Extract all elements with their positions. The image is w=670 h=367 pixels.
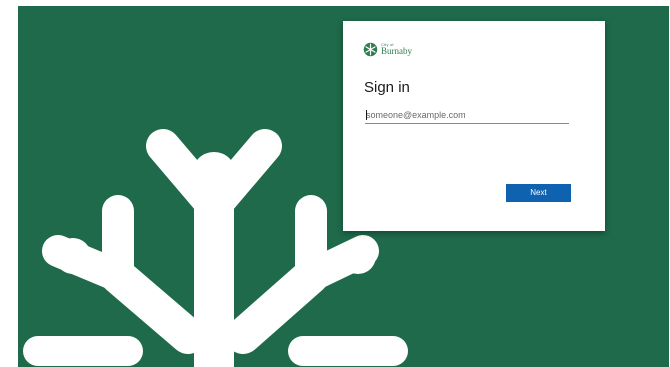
page-title: Sign in (364, 79, 410, 96)
text-cursor (366, 110, 367, 120)
burnaby-logo: City of Burnaby (363, 42, 412, 57)
burnaby-snowflake-icon (363, 42, 378, 57)
signin-card: City of Burnaby Sign in Next (343, 21, 605, 231)
email-field[interactable] (365, 106, 569, 124)
logo-wordmark: City of Burnaby (381, 43, 412, 56)
page-background: City of Burnaby Sign in Next (18, 6, 669, 367)
next-button[interactable]: Next (506, 184, 571, 202)
logo-city-name: Burnaby (381, 46, 412, 56)
